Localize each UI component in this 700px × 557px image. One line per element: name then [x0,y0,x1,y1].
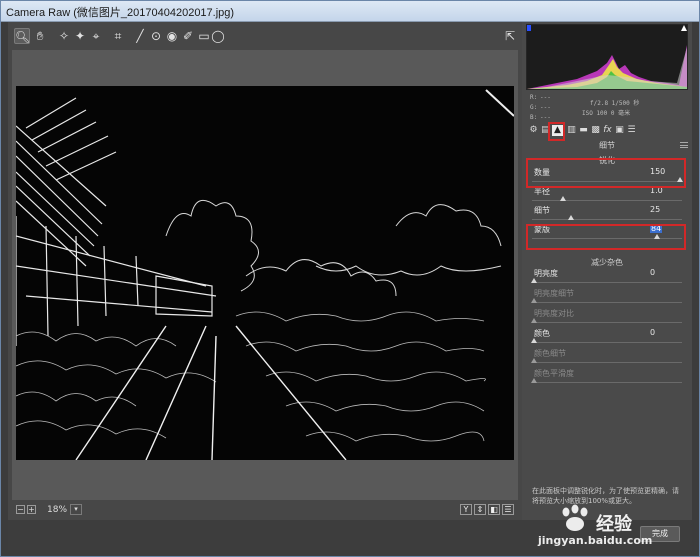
noise-slider-label: 颜色平滑度 [534,369,574,378]
camera-calibration-icon[interactable]: ▣ [614,125,625,136]
toolbar: 🔍︎ ✋︎ ✧ ✦ ⌖ ⌗ ╱ ⊙ ◉ ✐ ▭ ◯ ⇱ [12,26,518,48]
sharpening-slider-value[interactable]: 25 [650,205,674,214]
noise-slider-label: 颜色细节 [534,349,566,358]
swap-view-button[interactable]: ⇕ [474,504,486,515]
before-after-button[interactable]: Y [460,504,472,515]
window-title: Camera Raw (微信图片_20170404202017.jpg) [6,7,235,19]
sharpening-slider-label: 细节 [534,206,550,215]
zoom-out-button[interactable]: − [16,505,25,514]
histogram-graph-icon [527,25,687,89]
noise-slider-track[interactable] [532,342,682,343]
b-value: --- [540,114,551,121]
presets-icon[interactable]: ☰ [626,125,637,136]
noise-slider-row[interactable]: 颜色 0 [531,328,682,348]
noise-slider-value-text: 0 [650,268,656,277]
zoom-dropdown[interactable]: ▾ [70,504,82,515]
target-adjust-icon[interactable]: ⌖ [88,28,104,44]
preview-image[interactable] [16,86,514,460]
noise-slider-value[interactable]: 0 [650,328,674,337]
noise-reduction-title: 减少杂色 [591,258,623,267]
zoom-level: 18% [47,505,68,515]
noise-slider-label: 明亮度对比 [534,309,574,318]
zoom-in-button[interactable]: + [27,505,36,514]
noise-slider-track[interactable] [532,362,682,363]
copy-settings-button[interactable]: ◧ [488,504,500,515]
sharpening-slider-thumb[interactable] [560,196,566,201]
noise-slider-track[interactable] [532,302,682,303]
fullscreen-icon[interactable]: ⇱ [502,28,518,44]
g-label: G: [530,104,538,111]
title-bar: Camera Raw (微信图片_20170404202017.jpg) [0,0,700,22]
noise-slider-row[interactable]: 明亮度 0 [531,268,682,288]
histogram [526,24,688,90]
effects-icon[interactable]: fx [602,125,613,136]
basic-icon[interactable]: ⚙ [528,125,539,136]
hand-icon[interactable]: ✋︎ [32,28,48,44]
noise-slider-row[interactable]: 明亮度对比 [531,308,682,328]
noise-slider-thumb[interactable] [531,318,537,323]
radial-filter-icon[interactable]: ◯ [210,28,226,44]
lens-corrections-icon[interactable]: ▩ [590,125,601,136]
spot-removal-icon[interactable]: ⊙ [148,28,164,44]
hsl-icon[interactable]: ▥ [566,125,577,136]
adjustment-brush-icon[interactable]: ✐ [180,28,196,44]
edge-image-icon [16,86,514,460]
sharpening-hint: 在此面板中调整锐化时，为了使预览更精确，请将预览大小缩放到100%或更大。 [532,487,679,505]
exposure-info: f/2.8 1/500 秒 [590,100,640,107]
sharpening-slider-row[interactable]: 半径 1.0 [532,186,682,206]
noise-slider-row[interactable]: 颜色平滑度 [531,368,682,388]
g-value: --- [540,104,551,111]
crop-icon[interactable]: ⌗ [110,28,126,44]
sharpening-slider-value-text: 25 [650,205,661,214]
camera-info: R: --- G: --- B: --- f/2.8 1/500 秒 ISO 1… [526,92,688,122]
noise-slider-thumb[interactable] [531,378,537,383]
sharpening-slider-row[interactable]: 细节 25 [532,205,682,225]
noise-slider-thumb[interactable] [531,298,537,303]
zoom-icon[interactable]: 🔍︎ [14,28,30,44]
noise-slider-value-text: 0 [650,328,656,337]
noise-slider-label: 明亮度 [534,269,558,278]
bottom-bar [8,520,692,550]
masking-highlight [526,224,686,250]
split-toning-icon[interactable]: ▬ [578,125,589,136]
r-value: --- [540,94,551,101]
status-bar: − + 18% ▾ Y ⇕ ◧ ☰ [12,502,518,518]
red-eye-icon[interactable]: ◉ [164,28,180,44]
sharpening-slider-track[interactable] [532,200,682,201]
panel-title: 细节 [599,141,615,150]
sharpening-slider-thumb[interactable] [568,215,574,220]
detail-tab-highlight [548,122,565,141]
noise-slider-track[interactable] [532,282,682,283]
noise-slider-thumb[interactable] [531,358,537,363]
panel-menu-icon[interactable] [680,142,688,148]
straighten-icon[interactable]: ╱ [132,28,148,44]
noise-slider-thumb[interactable] [531,278,537,283]
white-balance-icon[interactable]: ✧ [56,28,72,44]
done-button[interactable]: 完成 [640,526,680,542]
toggle-settings-button[interactable]: ☰ [502,504,514,515]
noise-slider-row[interactable]: 颜色细节 [531,348,682,368]
color-sampler-icon[interactable]: ✦ [72,28,88,44]
b-label: B: [530,114,538,121]
noise-slider-track[interactable] [532,382,682,383]
noise-slider-thumb[interactable] [531,338,537,343]
sharpening-slider-track[interactable] [532,219,682,220]
noise-slider-track[interactable] [532,322,682,323]
noise-slider-value[interactable]: 0 [650,268,674,277]
r-label: R: [530,94,538,101]
noise-slider-label: 明亮度细节 [534,289,574,298]
iso-info: ISO 100 0 毫米 [582,110,631,117]
noise-slider-row[interactable]: 明亮度细节 [531,288,682,308]
amount-highlight [526,158,686,188]
